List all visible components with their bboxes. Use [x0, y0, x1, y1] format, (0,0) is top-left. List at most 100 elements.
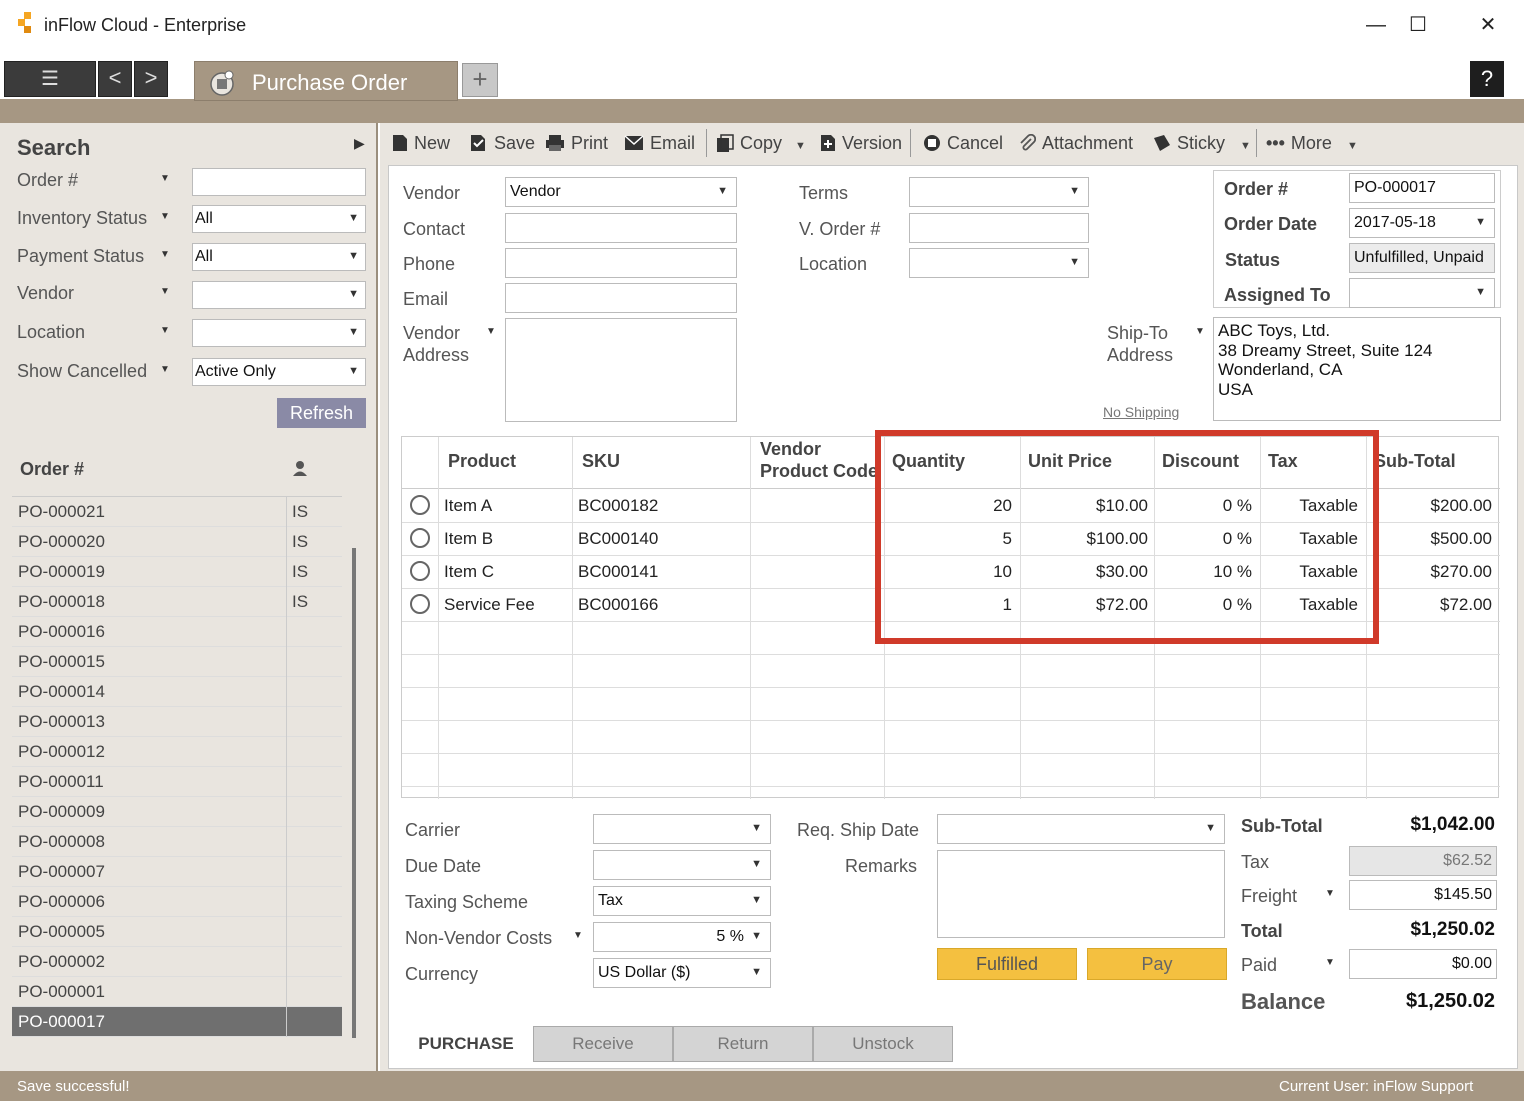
- order-column-header[interactable]: Order #: [20, 459, 84, 480]
- order-list-item[interactable]: PO-000015: [12, 647, 342, 677]
- location-select[interactable]: ▼: [909, 248, 1089, 278]
- remarks-input[interactable]: [937, 850, 1225, 938]
- menu-button[interactable]: ☰: [4, 61, 96, 97]
- fulfilled-button[interactable]: Fulfilled: [937, 948, 1077, 980]
- assigned-to-select[interactable]: ▼: [1349, 278, 1495, 308]
- address-dropdown-icon[interactable]: ▼: [486, 326, 496, 337]
- due-date-select[interactable]: ▼: [593, 850, 771, 880]
- tab-purchase[interactable]: PURCHASE: [399, 1026, 533, 1062]
- vendor-order-input[interactable]: [909, 213, 1089, 243]
- contact-input[interactable]: [505, 213, 737, 243]
- more-button[interactable]: ••• More ▼: [1266, 133, 1358, 154]
- vendor-select[interactable]: Vendor ▼: [505, 177, 737, 207]
- back-button[interactable]: <: [98, 61, 132, 97]
- paid-input[interactable]: $0.00: [1349, 949, 1497, 979]
- sku-cell[interactable]: BC000166: [578, 595, 658, 615]
- row-select-radio[interactable]: [410, 561, 430, 581]
- sku-cell[interactable]: BC000141: [578, 562, 658, 582]
- chevron-down-icon[interactable]: ▼: [1240, 140, 1251, 152]
- location-select[interactable]: ▼: [192, 319, 366, 347]
- tab-purchase-order[interactable]: Purchase Order: [194, 61, 458, 101]
- column-header-vendor-code-2[interactable]: Product Code: [760, 461, 878, 482]
- order-list-item[interactable]: PO-000012: [12, 737, 342, 767]
- cancel-button[interactable]: Cancel: [923, 133, 1003, 154]
- minimize-button[interactable]: —: [1356, 8, 1396, 42]
- order-list-item[interactable]: PO-000017: [12, 1007, 342, 1037]
- new-tab-button[interactable]: +: [462, 63, 498, 97]
- filter-dropdown-icon[interactable]: ▼: [160, 249, 170, 260]
- column-header-product[interactable]: Product: [448, 451, 516, 472]
- tab-receive[interactable]: Receive: [533, 1026, 673, 1062]
- filter-dropdown-icon[interactable]: ▼: [160, 211, 170, 222]
- chevron-down-icon[interactable]: ▼: [795, 140, 806, 152]
- maximize-button[interactable]: ☐: [1398, 8, 1438, 42]
- freight-dropdown-icon[interactable]: ▼: [1325, 888, 1335, 899]
- show-cancelled-select[interactable]: Active Only ▼: [192, 358, 366, 386]
- new-button[interactable]: New: [392, 133, 450, 154]
- order-list-item[interactable]: PO-000020 IS: [12, 527, 342, 557]
- no-shipping-link[interactable]: No Shipping: [1103, 404, 1179, 420]
- column-header-sku[interactable]: SKU: [582, 451, 620, 472]
- order-list-item[interactable]: PO-000018 IS: [12, 587, 342, 617]
- order-number-input[interactable]: [192, 168, 366, 196]
- refresh-button[interactable]: Refresh: [277, 398, 366, 428]
- order-list-item[interactable]: PO-000006: [12, 887, 342, 917]
- ship-to-address-box[interactable]: ABC Toys, Ltd. 38 Dreamy Street, Suite 1…: [1213, 317, 1501, 421]
- collapse-arrow-icon[interactable]: ▶: [354, 135, 365, 152]
- row-select-radio[interactable]: [410, 495, 430, 515]
- order-list-item[interactable]: PO-000005: [12, 917, 342, 947]
- paid-dropdown-icon[interactable]: ▼: [1325, 957, 1335, 968]
- order-list-item[interactable]: PO-000013: [12, 707, 342, 737]
- version-button[interactable]: Version: [820, 133, 902, 154]
- terms-select[interactable]: ▼: [909, 177, 1089, 207]
- filter-dropdown-icon[interactable]: ▼: [160, 286, 170, 297]
- row-select-radio[interactable]: [410, 594, 430, 614]
- filter-dropdown-icon[interactable]: ▼: [160, 325, 170, 336]
- print-button[interactable]: Print: [545, 133, 608, 154]
- sku-cell[interactable]: BC000140: [578, 529, 658, 549]
- tab-return[interactable]: Return: [673, 1026, 813, 1062]
- carrier-select[interactable]: ▼: [593, 814, 771, 844]
- help-button[interactable]: ?: [1470, 61, 1504, 97]
- row-select-radio[interactable]: [410, 528, 430, 548]
- order-number-input[interactable]: PO-000017: [1349, 173, 1495, 203]
- save-button[interactable]: Save: [470, 133, 535, 154]
- pay-button[interactable]: Pay: [1087, 948, 1227, 980]
- non-vendor-dropdown-icon[interactable]: ▼: [573, 930, 583, 941]
- order-list-item[interactable]: PO-000021 IS: [12, 497, 342, 527]
- order-list-item[interactable]: PO-000008: [12, 827, 342, 857]
- phone-input[interactable]: [505, 248, 737, 278]
- req-ship-date-select[interactable]: ▼: [937, 814, 1225, 844]
- sku-cell[interactable]: BC000182: [578, 496, 658, 516]
- column-header-subtotal[interactable]: Sub-Total: [1374, 451, 1456, 472]
- currency-select[interactable]: US Dollar ($) ▼: [593, 958, 771, 988]
- list-scrollbar[interactable]: [352, 548, 356, 1038]
- freight-input[interactable]: $145.50: [1349, 880, 1497, 910]
- ship-to-dropdown-icon[interactable]: ▼: [1195, 326, 1205, 337]
- product-cell[interactable]: Item C: [444, 562, 494, 582]
- product-cell[interactable]: Item A: [444, 496, 492, 516]
- order-list-item[interactable]: PO-000007: [12, 857, 342, 887]
- column-header-vendor-code[interactable]: Vendor: [760, 439, 821, 460]
- sticky-button[interactable]: Sticky ▼: [1153, 133, 1251, 154]
- vendor-address-input[interactable]: [505, 318, 737, 422]
- payment-status-select[interactable]: All ▼: [192, 243, 366, 271]
- close-button[interactable]: ✕: [1468, 8, 1508, 42]
- inventory-status-select[interactable]: All ▼: [192, 205, 366, 233]
- email-input[interactable]: [505, 283, 737, 313]
- order-date-select[interactable]: 2017-05-18 ▼: [1349, 208, 1495, 238]
- forward-button[interactable]: >: [134, 61, 168, 97]
- order-list-item[interactable]: PO-000009: [12, 797, 342, 827]
- order-list-item[interactable]: PO-000011: [12, 767, 342, 797]
- tab-unstock[interactable]: Unstock: [813, 1026, 953, 1062]
- non-vendor-costs-input[interactable]: 5 % ▼: [593, 922, 771, 952]
- copy-button[interactable]: Copy ▼: [716, 133, 806, 154]
- product-cell[interactable]: Service Fee: [444, 595, 535, 615]
- user-icon[interactable]: [292, 460, 308, 476]
- order-list-item[interactable]: PO-000001: [12, 977, 342, 1007]
- filter-dropdown-icon[interactable]: ▼: [160, 173, 170, 184]
- email-button[interactable]: Email: [624, 133, 695, 154]
- order-list-item[interactable]: PO-000019 IS: [12, 557, 342, 587]
- order-list-item[interactable]: PO-000014: [12, 677, 342, 707]
- vendor-select[interactable]: ▼: [192, 281, 366, 309]
